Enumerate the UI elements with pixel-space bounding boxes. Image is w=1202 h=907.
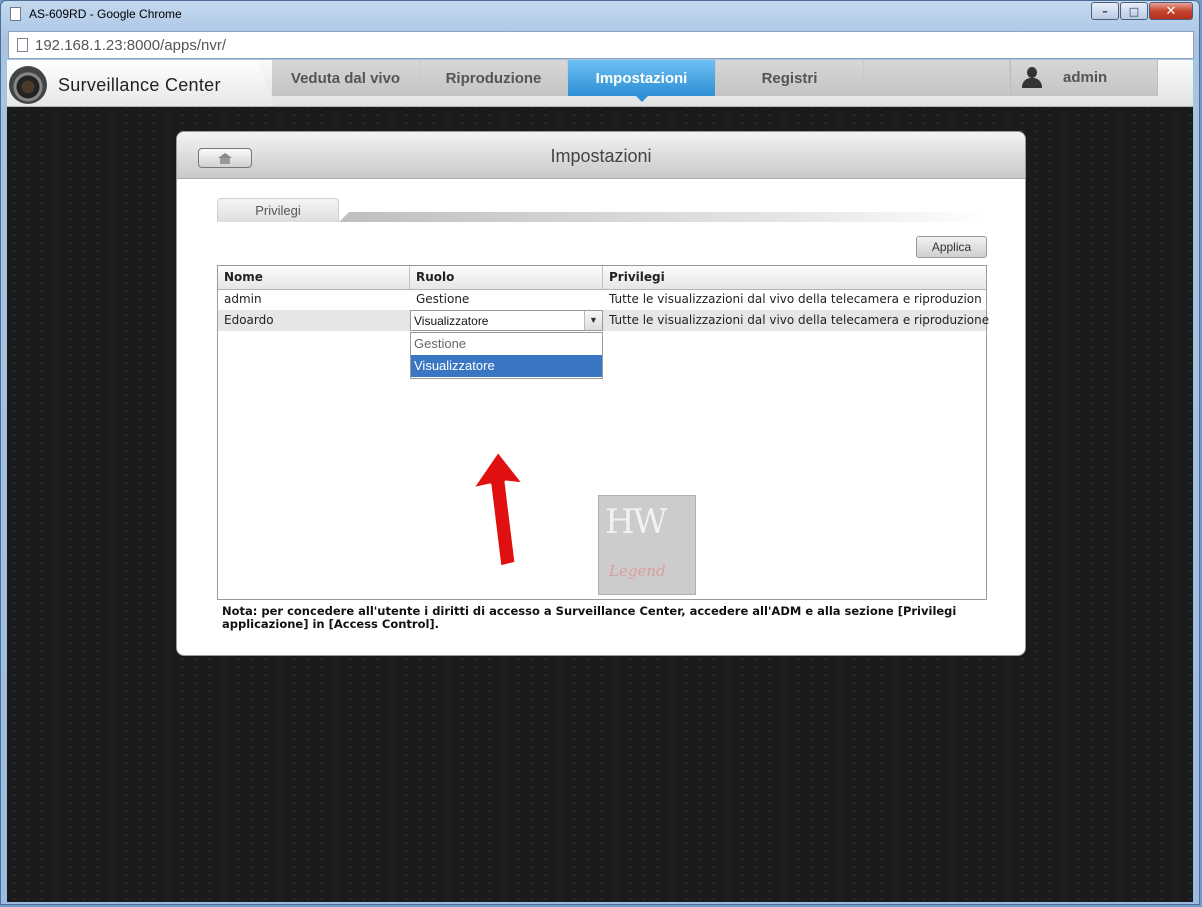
minimize-button[interactable]: – [1091,2,1119,20]
tab-impostazioni[interactable]: Impostazioni [568,60,716,102]
url-text[interactable]: 192.168.1.23:8000/apps/nvr/ [35,37,226,54]
window-title: AS-609RD - Google Chrome [29,7,182,21]
role-dropdown-list: Gestione Visualizzatore [410,332,603,379]
top-navigation: Surveillance Center Veduta dal vivo Ripr… [7,60,1193,107]
panel-header: Impostazioni [177,132,1025,179]
role-select[interactable]: Visualizzatore ▼ [410,310,603,331]
tab-empty [864,60,1010,96]
option-gestione[interactable]: Gestione [411,333,602,355]
document-icon [17,38,28,52]
user-icon [1021,67,1043,89]
page-icon [10,7,21,21]
column-header-nome[interactable]: Nome [224,270,263,284]
window-controls: – □ ✕ [1090,2,1193,20]
watermark-bottom: Legend [609,562,666,580]
users-grid: Nome Ruolo Privilegi admin Gestione Tutt… [217,265,990,600]
column-header-privilegi[interactable]: Privilegi [609,270,665,284]
brand: Surveillance Center [7,60,275,106]
watermark-top: HW [605,502,668,542]
cell-role: Gestione [416,292,470,306]
cell-privileges: Tutte le visualizzazioni dal vivo della … [609,313,990,327]
panel-title: Impostazioni [550,146,652,166]
option-visualizzatore[interactable]: Visualizzatore [411,355,602,377]
tab-riproduzione[interactable]: Riproduzione [420,60,568,96]
cell-name: Edoardo [224,313,274,327]
user-menu[interactable]: admin [1010,60,1158,96]
watermark-logo: HW Legend [598,495,696,595]
camera-icon [9,66,47,104]
table-row[interactable]: Edoardo Visualizzatore ▼ Tutte le visual… [218,310,990,331]
apply-button[interactable]: Applica [916,236,987,258]
table-row[interactable]: admin Gestione Tutte le visualizzazioni … [218,289,986,310]
tab-registri[interactable]: Registri [716,60,864,96]
column-header-ruolo[interactable]: Ruolo [416,270,454,284]
maximize-button[interactable]: □ [1120,2,1148,20]
tab-strip [339,212,987,222]
title-bar: AS-609RD - Google Chrome – □ ✕ [1,1,1199,29]
grid-header: Nome Ruolo Privilegi [218,266,986,290]
chevron-down-icon[interactable]: ▼ [584,311,602,330]
nav-tabs: Veduta dal vivo Riproduzione Impostazion… [272,60,1010,102]
role-select-value: Visualizzatore [414,314,489,328]
tab-privilegi[interactable]: Privilegi [217,198,339,222]
user-name: admin [1063,69,1108,86]
cell-privileges: Tutte le visualizzazioni dal vivo della … [609,292,981,306]
app-viewport: Surveillance Center Veduta dal vivo Ripr… [7,60,1193,902]
settings-panel: Impostazioni Privilegi Applica Nome Ruol… [176,131,1026,656]
address-bar[interactable]: 192.168.1.23:8000/apps/nvr/ [8,31,1194,59]
annotation-arrow [470,449,526,569]
tab-veduta-dal-vivo[interactable]: Veduta dal vivo [272,60,420,96]
brand-name: Surveillance Center [58,75,221,95]
close-button[interactable]: ✕ [1149,2,1193,20]
note-text: Nota: per concedere all'utente i diritti… [222,604,957,631]
cell-name: admin [224,292,262,306]
